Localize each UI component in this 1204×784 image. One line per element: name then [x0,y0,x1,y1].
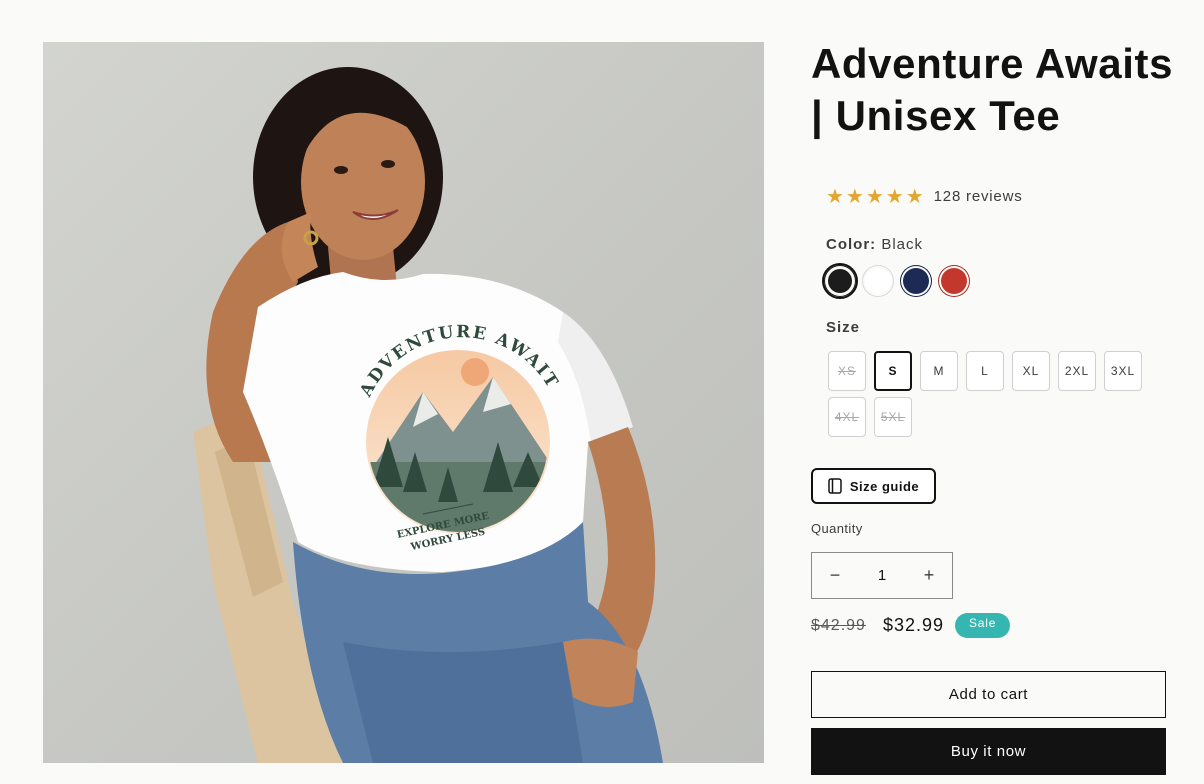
swatch-navy[interactable] [900,265,932,297]
size-option-3xl[interactable]: 3XL [1104,351,1142,391]
size-label: Size [826,319,861,336]
quantity-decrease-button[interactable]: − [812,553,858,598]
sale-price: $32.99 [882,615,944,635]
quantity-input[interactable]: 1 [858,567,906,584]
quantity-label: Quantity [811,521,863,536]
product-image[interactable]: ADVENTURE AWAITS EXPLORE MORE WORRY LESS [43,42,764,763]
swatch-white[interactable] [862,265,894,297]
size-option-s[interactable]: S [874,351,912,391]
swatch-red[interactable] [938,265,970,297]
color-swatches [822,263,970,299]
quantity-increase-button[interactable]: + [906,553,952,598]
rating-stars-icon: ★★★★★ [826,184,926,208]
size-options: XS S M L XL 2XL 3XL 4XL 5XL [828,351,1158,437]
quantity-stepper: − 1 + [811,552,953,599]
product-photo-illustration: ADVENTURE AWAITS EXPLORE MORE WORRY LESS [43,42,663,763]
selected-color-value: Black [881,236,924,253]
product-rating[interactable]: ★★★★★ 128 reviews [826,184,1023,208]
sale-badge: Sale [955,613,1011,638]
regular-price: $42.99 [811,616,866,634]
color-label-title: Color: [826,236,877,253]
size-option-m[interactable]: M [920,351,958,391]
color-label: Color: Black [826,236,923,253]
size-guide-button[interactable]: Size guide [811,468,936,504]
swatch-black[interactable] [822,263,858,299]
buy-now-button[interactable]: Buy it now [811,728,1166,775]
price-block: $42.99 $32.99 Sale [811,613,1011,638]
size-guide-label: Size guide [849,478,920,494]
add-to-cart-button[interactable]: Add to cart [811,671,1166,718]
size-option-4xl[interactable]: 4XL [828,397,866,437]
size-option-5xl[interactable]: 5XL [874,397,912,437]
size-option-2xl[interactable]: 2XL [1058,351,1096,391]
size-option-xl[interactable]: XL [1012,351,1050,391]
size-option-l[interactable]: L [966,351,1004,391]
size-guide-book-icon [828,478,842,494]
product-title: Adventure Awaits | Unisex Tee [811,40,1174,139]
size-option-xs[interactable]: XS [828,351,866,391]
reviews-count[interactable]: 128 reviews [934,188,1023,205]
